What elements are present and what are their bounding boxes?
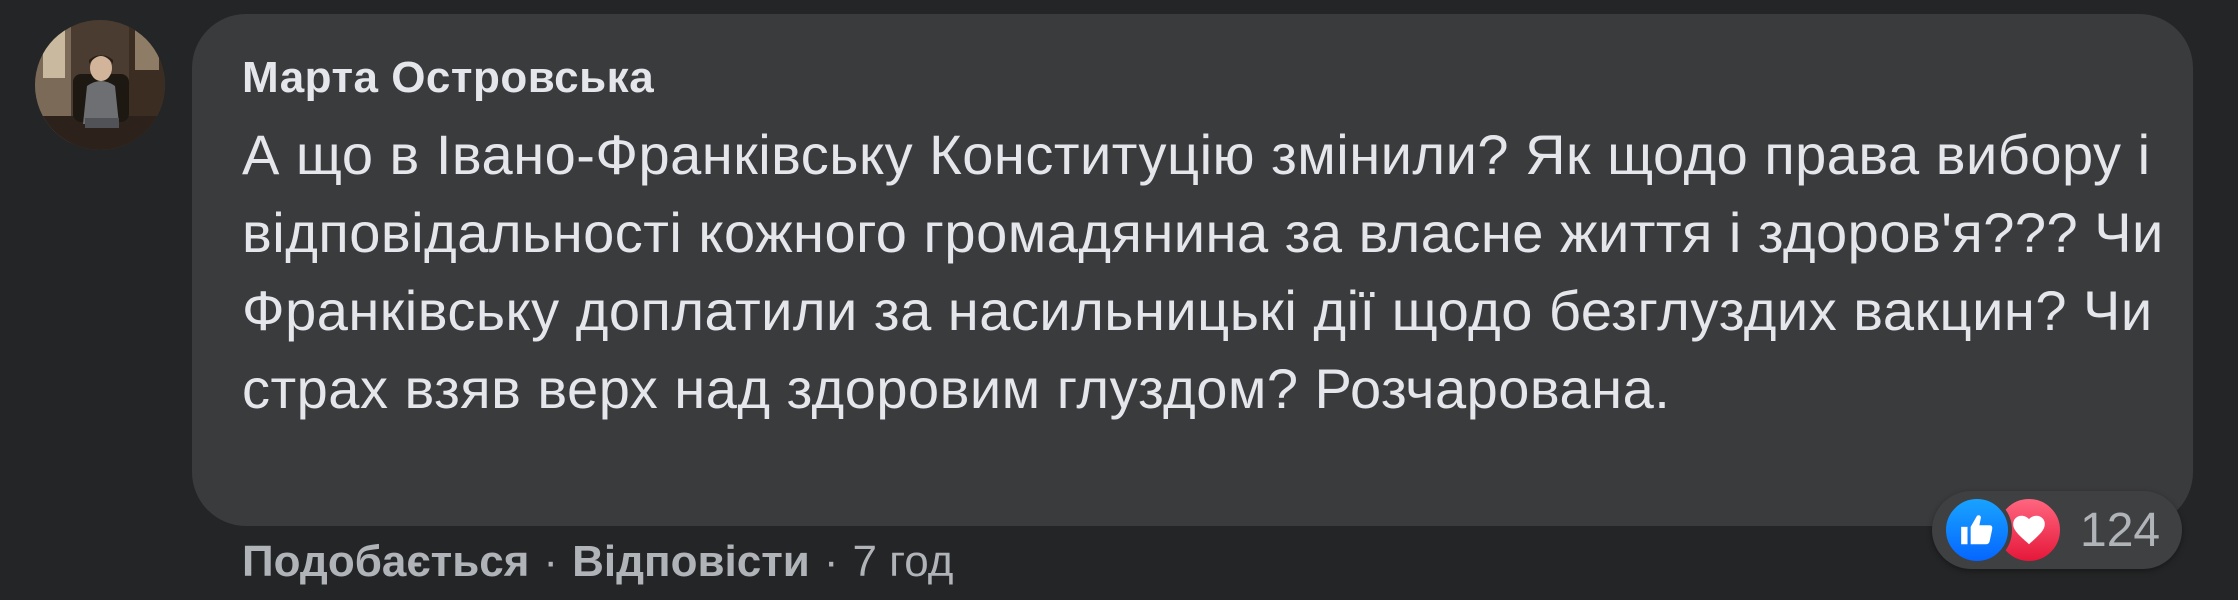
like-button[interactable]: Подобається xyxy=(242,537,529,587)
comment-text: А що в Івано-Франківську Конституцію змі… xyxy=(242,123,2164,420)
action-separator: · xyxy=(543,537,559,586)
reactions-summary[interactable]: 124 xyxy=(1932,491,2183,569)
action-separator: · xyxy=(823,537,839,586)
like-icon xyxy=(1942,495,2012,565)
comment-bubble: Марта Островська А що в Івано-Франківськ… xyxy=(192,14,2193,526)
reaction-count: 124 xyxy=(2080,503,2161,557)
comment-author[interactable]: Марта Островська xyxy=(242,52,2153,104)
comment-actions: Подобається · Відповісти · 7 год xyxy=(242,532,953,592)
avatar[interactable] xyxy=(35,20,165,150)
reply-button[interactable]: Відповісти xyxy=(572,537,810,587)
comment-timestamp[interactable]: 7 год xyxy=(852,537,953,587)
